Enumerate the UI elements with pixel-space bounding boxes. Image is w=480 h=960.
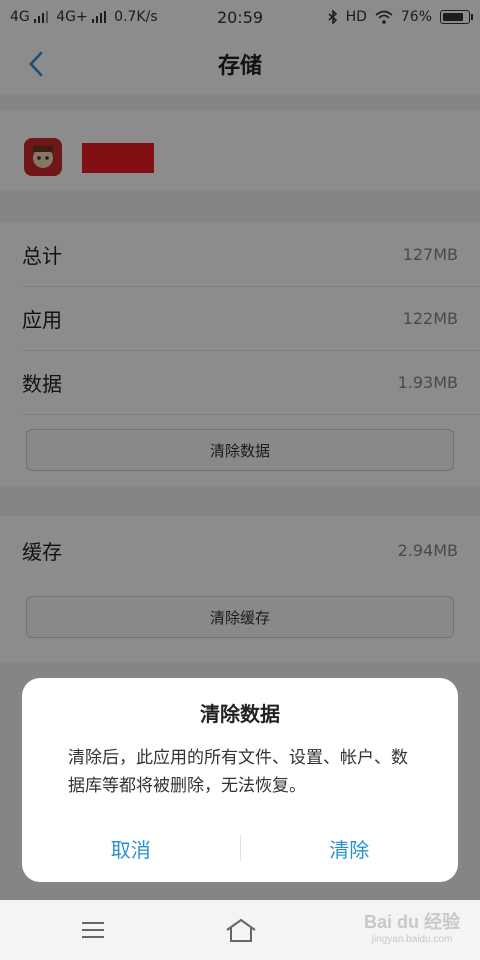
- cancel-button[interactable]: 取消: [22, 834, 240, 863]
- dialog-message: 清除后，此应用的所有文件、设置、帐户、数据库等都将被删除，无法恢复。: [68, 748, 408, 796]
- dialog-title: 清除数据: [200, 702, 280, 726]
- watermark: Bai du 经验 jingyan.baidu.com: [364, 908, 460, 945]
- confirm-clear-button[interactable]: 清除: [241, 834, 459, 863]
- dialog-actions: 取消 清除: [22, 818, 458, 878]
- navigation-bar: Bai du 经验 jingyan.baidu.com: [0, 900, 480, 960]
- watermark-sub: jingyan.baidu.com: [371, 934, 453, 945]
- menu-icon[interactable]: [82, 920, 106, 940]
- clear-data-dialog: 清除数据 清除后，此应用的所有文件、设置、帐户、数据库等都将被删除，无法恢复。 …: [22, 678, 458, 882]
- home-icon[interactable]: [224, 916, 258, 944]
- watermark-main: Bai du 经验: [363, 912, 460, 932]
